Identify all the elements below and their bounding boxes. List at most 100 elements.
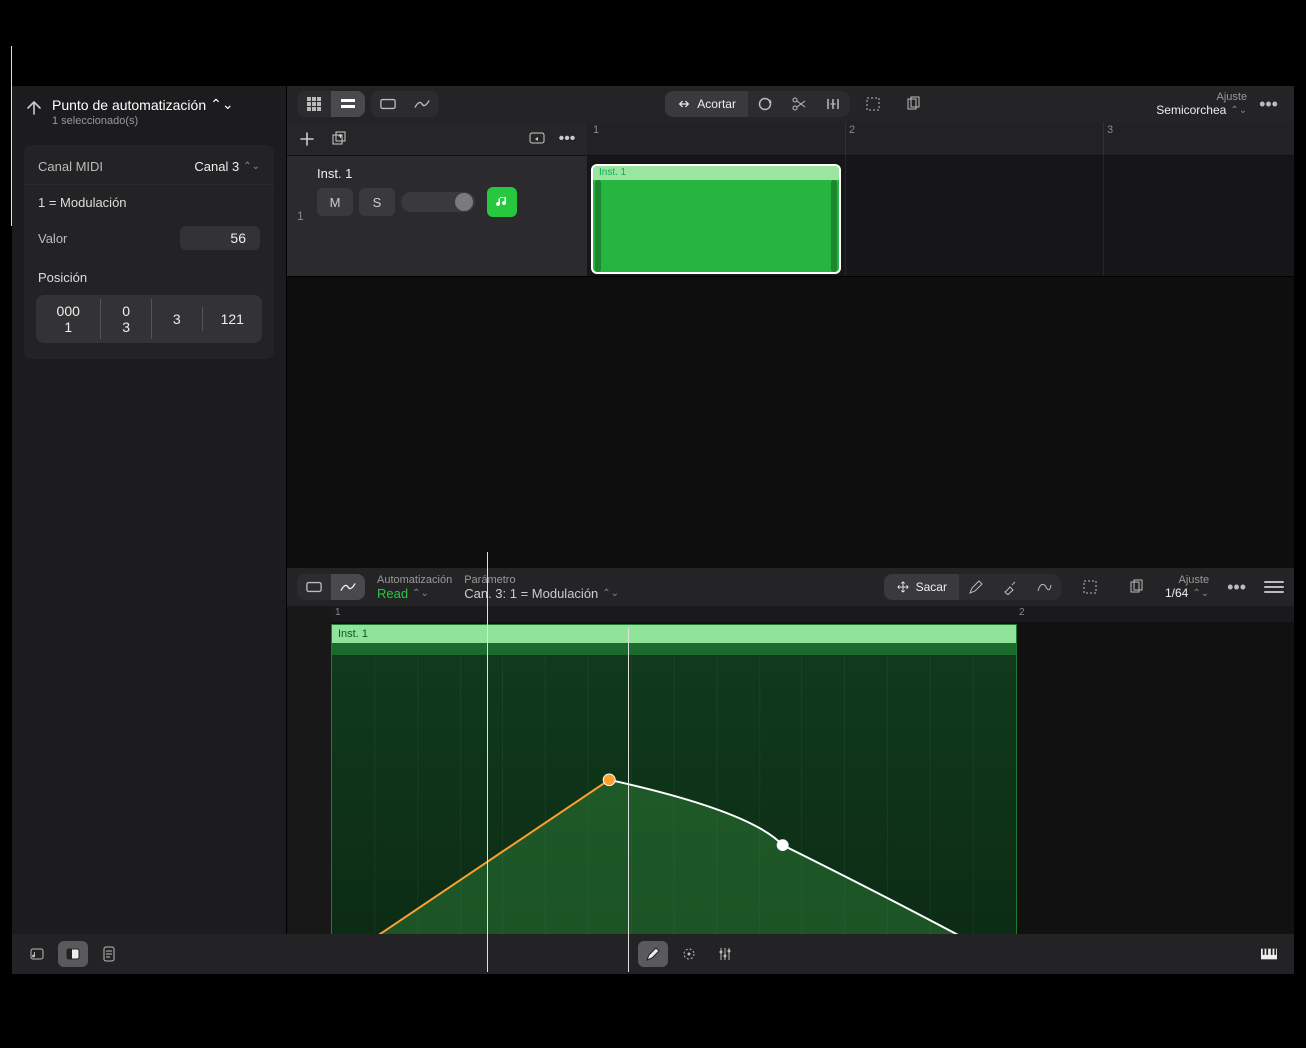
marquee-button[interactable] — [856, 91, 890, 117]
automation-view-button[interactable] — [405, 91, 439, 117]
list-view-button[interactable] — [331, 91, 365, 117]
draw-mode-button[interactable] — [638, 941, 668, 967]
library-button[interactable] — [22, 941, 52, 967]
track-name: Inst. 1 — [317, 166, 577, 181]
grid-view-button[interactable] — [297, 91, 331, 117]
automation-point-selected[interactable] — [603, 774, 615, 786]
midi-channel-row[interactable]: Canal MIDI Canal 3 ⌃⌄ — [24, 149, 274, 184]
editor-ruler[interactable]: 1 2 — [331, 606, 1294, 622]
track-pane: ••• 1 Inst. 1 M S — [287, 122, 1294, 277]
volume-slider[interactable] — [401, 192, 475, 212]
ruler-tick: 3 — [1107, 124, 1113, 136]
loop-button[interactable] — [748, 91, 782, 117]
mixer-button[interactable] — [710, 941, 740, 967]
automation-mode-label: Automatización — [377, 573, 452, 587]
editor-region[interactable]: Inst. 1 — [331, 624, 1017, 968]
pos-bar-pad: 000 — [36, 303, 100, 319]
gridline — [845, 122, 846, 276]
editor-canvas[interactable]: 1 2 Inst. 1 — [287, 606, 1294, 974]
chevron-updown-icon: ⌃⌄ — [1192, 588, 1209, 599]
automation-mode-select[interactable]: Automatización Read⌃⌄ — [377, 573, 452, 601]
position-label: Posición — [24, 260, 274, 287]
editor-region-mode[interactable] — [297, 574, 331, 600]
track-row[interactable]: 1 Inst. 1 M S — [287, 156, 587, 276]
inspector-panel: Punto de automatización ⌃⌄ 1 seleccionad… — [12, 86, 287, 974]
up-arrow-icon — [26, 100, 42, 116]
back-button[interactable] — [24, 98, 44, 118]
app-window: Punto de automatización ⌃⌄ 1 seleccionad… — [12, 86, 1294, 974]
copy-icon — [905, 96, 921, 112]
edit-tools-group: Acortar — [665, 91, 850, 117]
inspector-icon — [65, 946, 81, 962]
region-view-button[interactable] — [371, 91, 405, 117]
sacar-button[interactable]: Sacar — [884, 574, 959, 600]
value-input[interactable]: 56 — [180, 226, 260, 250]
ruler-tick: 2 — [849, 124, 855, 136]
brush-tool-button[interactable] — [993, 574, 1027, 600]
instrument-icon-button[interactable] — [487, 187, 517, 217]
midi-channel-value: Canal 3 — [194, 159, 239, 174]
automation-touch-button[interactable] — [674, 941, 704, 967]
midi-region[interactable]: Inst. 1 — [591, 164, 841, 274]
solo-button[interactable]: S — [359, 188, 395, 216]
stretch-button[interactable] — [816, 91, 850, 117]
region-icon — [306, 579, 322, 595]
editor-more-button[interactable]: ••• — [1221, 577, 1252, 598]
duplicate-track-button[interactable] — [329, 129, 349, 149]
region-name: Inst. 1 — [593, 166, 839, 180]
split-button[interactable] — [782, 91, 816, 117]
editor-snap-value: 1/64 — [1165, 586, 1188, 600]
notepad-icon — [101, 946, 117, 962]
acortar-button[interactable]: Acortar — [665, 91, 748, 117]
callout-line — [628, 628, 629, 972]
chevron-updown-icon: ⌃⌄ — [1230, 105, 1247, 116]
automation-icon — [414, 96, 430, 112]
editor-region-name: Inst. 1 — [332, 625, 1016, 643]
track-header-toolbar: ••• — [287, 122, 587, 156]
screencast-button[interactable] — [527, 129, 547, 149]
mute-button[interactable]: M — [317, 188, 353, 216]
slider-knob[interactable] — [455, 193, 473, 211]
acortar-label: Acortar — [697, 97, 736, 111]
editor-snap-setting[interactable]: Ajuste 1/64⌃⌄ — [1165, 574, 1209, 600]
bottom-toolbar — [12, 934, 1294, 974]
copy-button[interactable] — [896, 91, 930, 117]
region-right-handle[interactable] — [831, 180, 837, 272]
duplicate-icon — [331, 131, 347, 147]
value-row: Valor 56 — [24, 216, 274, 260]
arrange-timeline[interactable]: 1 2 3 Inst. 1 — [587, 122, 1294, 276]
region-left-handle[interactable] — [595, 180, 601, 272]
inspector-toggle-button[interactable] — [58, 941, 88, 967]
tracks-toolbar: Acortar Ajuste Semicorchea⌃⌄ ••• — [287, 86, 1294, 122]
empty-space — [287, 277, 1294, 568]
pos-tick: 121 — [203, 311, 262, 327]
inspector-title-row[interactable]: Punto de automatización ⌃⌄ — [52, 96, 274, 113]
add-track-button[interactable] — [297, 129, 317, 149]
move-icon — [896, 580, 910, 594]
list-icon — [340, 96, 356, 112]
more-button[interactable]: ••• — [1253, 94, 1284, 115]
editor-menu-button[interactable] — [1264, 581, 1284, 593]
pencil-tool-button[interactable] — [959, 574, 993, 600]
keyboard-button[interactable] — [1254, 941, 1284, 967]
snap-setting[interactable]: Ajuste Semicorchea⌃⌄ — [1156, 91, 1247, 117]
curve-tool-button[interactable] — [1027, 574, 1061, 600]
library-icon — [29, 946, 45, 962]
editor-gutter — [287, 606, 331, 974]
track-more-button[interactable]: ••• — [557, 129, 577, 149]
position-input[interactable]: 0001 03 3 121 — [36, 295, 262, 343]
snap-label: Ajuste — [1156, 91, 1247, 103]
editor-copy-button[interactable] — [1119, 574, 1153, 600]
editor-automation-mode[interactable] — [331, 574, 365, 600]
value-label: Valor — [38, 231, 67, 246]
automation-curve[interactable] — [332, 655, 1016, 967]
screen-icon — [529, 131, 545, 147]
scissors-icon — [791, 96, 807, 112]
chevron-updown-icon: ⌃⌄ — [210, 96, 233, 113]
midi-channel-select[interactable]: Canal 3 ⌃⌄ — [194, 159, 260, 174]
automation-point[interactable] — [777, 839, 789, 851]
sacar-label: Sacar — [916, 580, 947, 594]
editor-marquee-button[interactable] — [1073, 574, 1107, 600]
note-pad-button[interactable] — [94, 941, 124, 967]
arrange-ruler[interactable]: 1 2 3 — [587, 122, 1294, 156]
